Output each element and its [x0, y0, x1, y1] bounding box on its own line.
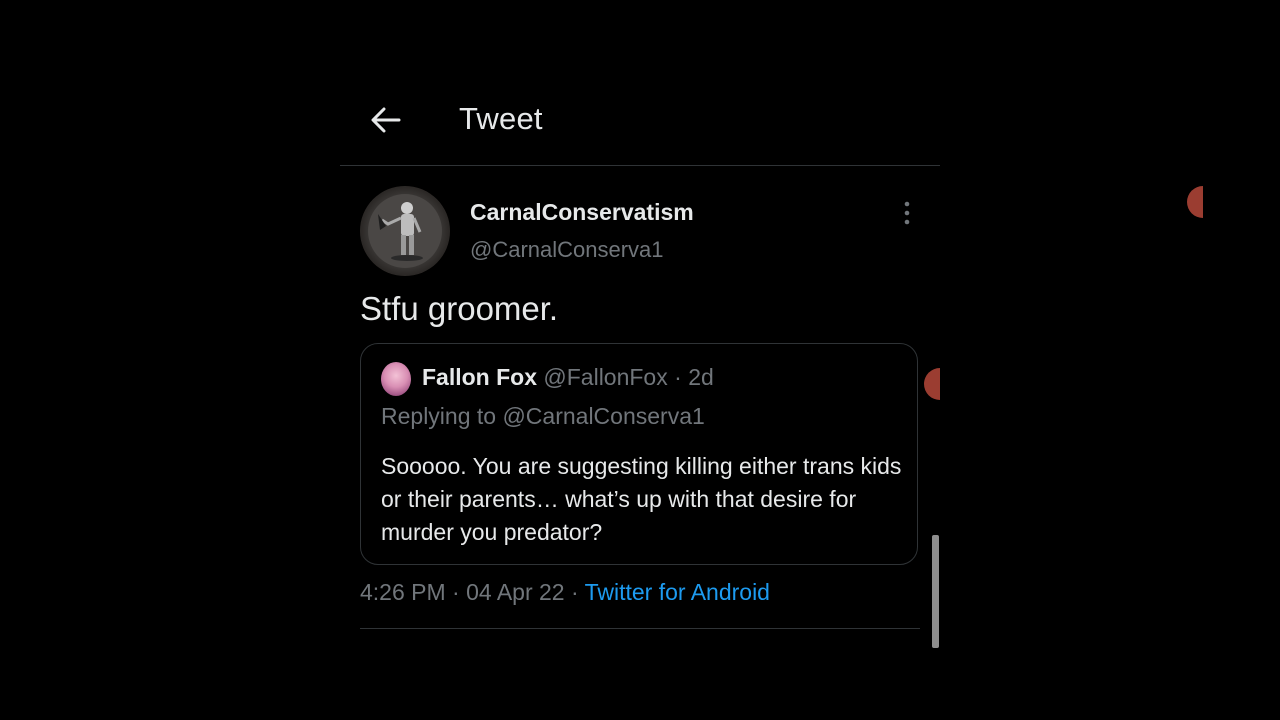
- quoted-author-avatar: [381, 362, 411, 396]
- divider: [360, 628, 920, 629]
- quoted-tweet[interactable]: Fallon Fox @FallonFox · 2d Replying to @…: [360, 343, 918, 565]
- author-avatar[interactable]: [360, 186, 450, 276]
- more-options-button[interactable]: [896, 198, 918, 228]
- author-name[interactable]: CarnalConservatism: [470, 199, 694, 226]
- replying-to-label: Replying to @CarnalConserva1: [381, 403, 705, 429]
- recording-dot: [1187, 186, 1203, 218]
- more-vertical-icon: [904, 201, 910, 225]
- scrollbar[interactable]: [932, 535, 939, 648]
- tweet-metadata: 4:26 PM · 04 Apr 22 · Twitter for Androi…: [360, 579, 770, 606]
- avatar-figure: [368, 194, 442, 268]
- tweet-date: 04 Apr 22: [466, 579, 565, 605]
- meta-separator: ·: [564, 579, 585, 605]
- arrow-left-icon: [371, 107, 401, 133]
- recording-dot: [924, 368, 940, 400]
- tweet-text: Stfu groomer.: [360, 290, 559, 327]
- meta-separator: ·: [445, 579, 467, 605]
- quoted-tweet-header: Fallon Fox @FallonFox · 2d: [422, 364, 714, 391]
- back-button[interactable]: [366, 100, 406, 140]
- author-handle[interactable]: @CarnalConserva1: [470, 237, 664, 263]
- tweet-time: 4:26 PM: [360, 579, 446, 605]
- quoted-author-name: Fallon Fox: [422, 364, 537, 390]
- quoted-tweet-age: 2d: [688, 364, 714, 390]
- top-bar: Tweet: [340, 80, 940, 166]
- page-title: Tweet: [459, 101, 543, 136]
- quoted-tweet-text: Sooooo. You are suggesting killing eithe…: [381, 453, 902, 545]
- quoted-separator: ·: [667, 364, 689, 390]
- tweet-screen: Tweet CarnalConservatism @CarnalConserva…: [340, 80, 940, 680]
- tweet-source-link[interactable]: Twitter for Android: [585, 579, 770, 605]
- quoted-author-handle: @FallonFox: [543, 364, 668, 390]
